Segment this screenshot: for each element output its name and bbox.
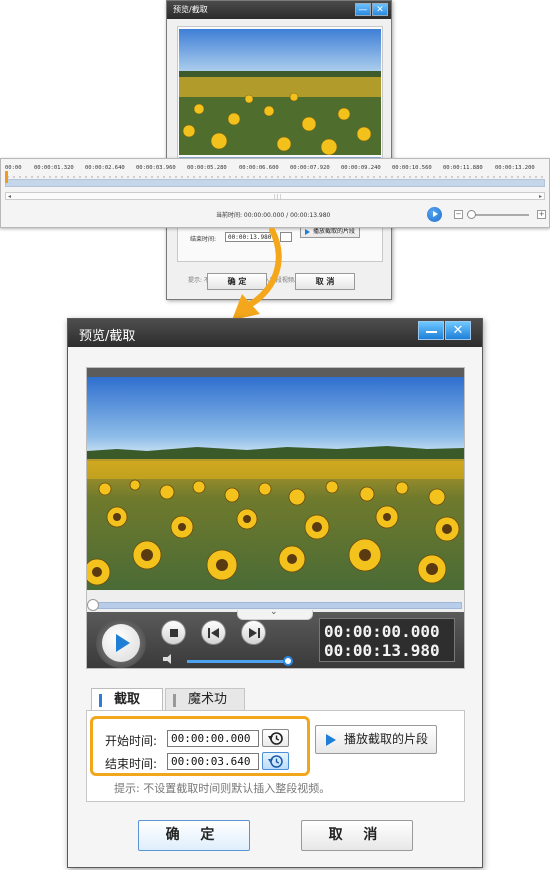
clock-reset-icon (268, 732, 283, 745)
timeline-play-button[interactable] (427, 207, 442, 222)
play-segment-label: 播放截取的片段 (344, 732, 429, 746)
tick-label: 00:00:09.240 (341, 165, 381, 171)
tick-label: 00:00:02.640 (85, 165, 125, 171)
player-panel: 00:00:00.000 00:00:13.980 ⌄ (86, 367, 465, 669)
tab-magic[interactable]: 魔术功能 (165, 688, 245, 729)
tick-label: 00:00:10.560 (392, 165, 432, 171)
scroll-right-icon[interactable]: ▸ (539, 193, 542, 200)
curved-arrow-icon (232, 228, 282, 320)
tick-label: 00:00:03.960 (136, 165, 176, 171)
zoom-out-button[interactable]: − (454, 210, 463, 219)
mini-cancel-button[interactable]: 取 消 (295, 273, 355, 290)
tab-trim[interactable]: 截取 (91, 688, 163, 711)
mini-end-time-label: 结束时间: (190, 236, 217, 243)
scroll-left-icon[interactable]: ◂ (8, 193, 11, 200)
clock-reset-icon (268, 755, 283, 768)
zoom-in-button[interactable]: + (537, 210, 546, 219)
timeline-scrollbar[interactable]: ◂ ||| ▸ (5, 192, 545, 200)
set-start-button[interactable] (262, 729, 289, 747)
playhead-marker[interactable] (5, 171, 8, 183)
mini-title-bar: 预览/截取 — ✕ (167, 1, 391, 19)
tick-label: 00:00:11.880 (443, 165, 483, 171)
play-triangle-icon (326, 734, 336, 746)
current-time-readout: 当前时间: 00:00:00.000 / 00:00:13.980 (216, 212, 331, 219)
close-button[interactable]: ✕ (445, 321, 471, 340)
timeline-ruler: 00:00 00:00:01.320 00:00:02.640 00:00:03… (5, 163, 545, 179)
tick-label: 00:00:05.280 (187, 165, 227, 171)
mini-close-button[interactable]: ✕ (372, 3, 388, 16)
timeline-panel: 00:00 00:00:01.320 00:00:02.640 00:00:03… (0, 158, 550, 228)
timeline-track[interactable] (5, 179, 545, 187)
set-end-button[interactable] (262, 752, 289, 770)
chevron-down-icon: ⌄ (270, 607, 278, 617)
playback-controls: 00:00:00.000 00:00:13.980 (87, 612, 464, 668)
preview-trim-window: 预览/截取 ✕ 00:00:00.000 00:00:13.980 ⌄ 截取 魔… (67, 318, 483, 868)
stop-button[interactable] (161, 620, 186, 645)
minimize-button[interactable] (418, 321, 444, 340)
next-frame-button[interactable] (241, 620, 266, 645)
tab-label: 截取 (114, 692, 141, 707)
play-segment-button[interactable]: 播放截取的片段 (315, 725, 437, 754)
play-button[interactable] (96, 618, 146, 668)
start-time-label: 开始时间: (105, 734, 158, 748)
play-icon (102, 624, 140, 662)
mini-window-title: 预览/截取 (173, 5, 208, 14)
previous-frame-button[interactable] (201, 620, 226, 645)
tick-label: 00:00:01.320 (34, 165, 74, 171)
time-display: 00:00:00.000 00:00:13.980 (319, 618, 455, 662)
zoom-slider-knob[interactable] (467, 210, 476, 219)
volume-slider-track[interactable] (187, 660, 288, 663)
total-time: 00:00:13.980 (324, 641, 440, 660)
speaker-icon[interactable] (163, 654, 175, 664)
current-time: 00:00:00.000 (324, 622, 440, 641)
volume-slider-knob[interactable] (283, 656, 293, 666)
tick-label: 00:00:13.200 (495, 165, 535, 171)
end-time-input[interactable]: 00:00:03.640 (167, 753, 259, 770)
tick-label: 00:00:07.920 (290, 165, 330, 171)
seek-knob[interactable] (87, 599, 99, 611)
tab-marker (99, 694, 102, 707)
tick-label: 00:00:06.600 (239, 165, 279, 171)
scroll-grip-icon[interactable]: ||| (274, 194, 282, 200)
mini-minimize-button[interactable]: — (355, 3, 371, 16)
collapse-toggle[interactable]: ⌄ (237, 607, 313, 620)
end-time-label: 结束时间: (105, 757, 158, 771)
zoom-slider-track[interactable] (469, 214, 529, 216)
video-top-bar (87, 368, 464, 377)
window-title: 预览/截取 (79, 329, 136, 344)
title-bar: 预览/截取 ✕ (68, 319, 482, 347)
tab-marker (173, 694, 176, 707)
cancel-button[interactable]: 取 消 (301, 820, 413, 851)
hint-text: 提示: 不设置截取时间则默认插入整段视频。 (114, 782, 331, 795)
mini-video-frame (179, 29, 381, 155)
video-frame[interactable] (87, 377, 464, 590)
ok-button[interactable]: 确 定 (138, 820, 250, 851)
start-time-input[interactable]: 00:00:00.000 (167, 730, 259, 747)
